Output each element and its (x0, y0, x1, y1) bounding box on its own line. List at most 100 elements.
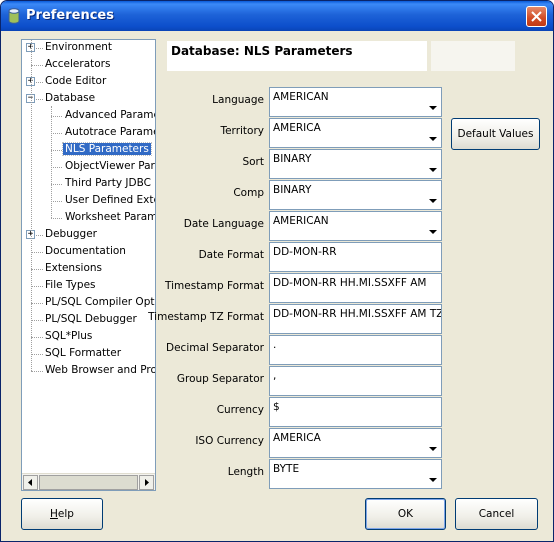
tree-items: Environment + Accelerators Code Editor + Data… (22, 40, 155, 472)
scroll-right-button[interactable] (139, 475, 154, 490)
tree-item-label: Extensions (45, 262, 103, 274)
dropdown-field[interactable]: AMERICA (269, 118, 442, 148)
chevron-down-icon[interactable] (429, 230, 437, 234)
arrow-left-icon (28, 479, 32, 486)
field-value: AMERICAN (273, 91, 329, 103)
field-label: Length (227, 466, 264, 478)
tree-item-label: Debugger (45, 228, 97, 240)
field-label: Decimal Separator (166, 342, 264, 354)
tree-connector (31, 371, 43, 372)
field-value: DD-MON-RR (273, 246, 337, 258)
tree-connector (51, 184, 62, 185)
tree-connector (31, 354, 43, 355)
tree-item[interactable]: ObjectViewer Para (63, 159, 155, 174)
tree-item[interactable]: NLS Parameters (62, 142, 152, 157)
tree-item[interactable]: SQL Formatter (43, 346, 123, 361)
chevron-down-icon[interactable] (429, 478, 437, 482)
field-value: DD-MON-RR HH.MI.SSXFF AM (273, 277, 427, 289)
tree-item-label: Environment (45, 41, 113, 53)
tree-connector (51, 201, 62, 202)
title-bar[interactable]: Preferences (1, 1, 553, 31)
tree-item-label: Worksheet Parame (65, 211, 155, 223)
tree-item-label: PL/SQL Compiler Option (45, 296, 155, 308)
tree-item[interactable]: Advanced Paramet (63, 108, 155, 123)
tree-item-label: File Types (45, 279, 96, 291)
tree-item[interactable]: Debugger (43, 227, 99, 242)
tree-item[interactable]: File Types (43, 278, 98, 293)
text-field[interactable]: . (269, 335, 442, 365)
tree-item[interactable]: PL/SQL Compiler Option (43, 295, 155, 310)
tree-item-label: Code Editor (45, 75, 107, 87)
tree-item[interactable]: User Defined Exter (63, 193, 155, 208)
dropdown-field[interactable]: AMERICAN (269, 211, 442, 241)
chevron-down-icon[interactable] (429, 137, 437, 141)
field-label: Date Format (198, 249, 264, 261)
chevron-down-icon[interactable] (429, 168, 437, 172)
ok-button[interactable]: OK (365, 498, 446, 530)
tree-connector (51, 106, 52, 218)
tree-item[interactable]: Environment (43, 40, 114, 55)
tree-item[interactable]: Documentation (43, 244, 128, 259)
text-field[interactable]: DD-MON-RR (269, 242, 442, 272)
chevron-down-icon[interactable] (429, 199, 437, 203)
tree-connector (31, 252, 43, 253)
dropdown-field[interactable]: BINARY (269, 149, 442, 179)
tree-item[interactable]: Web Browser and Pro (43, 363, 155, 378)
field-label: Sort (242, 156, 264, 168)
tree-connector (51, 150, 62, 151)
tree-item[interactable]: PL/SQL Debugger (43, 312, 139, 327)
tree-horizontal-scrollbar[interactable] (22, 473, 155, 490)
tree-item-label: Documentation (45, 245, 126, 257)
field-value: AMERICA (273, 432, 321, 444)
field-label: Currency (216, 404, 264, 416)
tree-item[interactable]: Database (43, 91, 97, 106)
text-field[interactable]: DD-MON-RR HH.MI.SSXFF AM (269, 273, 442, 303)
tree-item[interactable]: Accelerators (43, 57, 112, 72)
tree-item-label: Database (45, 92, 96, 104)
field-label: ISO Currency (195, 435, 264, 447)
field-label: Timestamp TZ Format (148, 311, 264, 323)
tree-connector (31, 286, 43, 287)
panel-title: Database: NLS Parameters (167, 41, 427, 71)
preferences-tree[interactable]: Environment + Accelerators Code Editor + Data… (21, 39, 156, 491)
field-value: BYTE (273, 463, 300, 475)
tree-item-label: ObjectViewer Para (65, 160, 155, 172)
scroll-thumb[interactable] (39, 475, 138, 490)
preferences-dialog: Preferences Environment + Accelerators Code… (0, 0, 554, 542)
dropdown-field[interactable]: AMERICAN (269, 87, 442, 117)
window-title: Preferences (26, 8, 114, 23)
tree-connector (51, 116, 62, 117)
dropdown-field[interactable]: BYTE (269, 459, 442, 489)
panel-title-fade (431, 41, 515, 71)
tree-item[interactable]: Autotrace Paramet (63, 125, 155, 140)
text-field[interactable]: DD-MON-RR HH.MI.SSXFF AM TZR (269, 304, 442, 334)
field-label: Date Language (183, 218, 264, 230)
tree-connector (51, 218, 62, 219)
text-field[interactable]: , (269, 366, 442, 396)
help-button[interactable]: Help (21, 498, 103, 530)
tree-item[interactable]: SQL*Plus (43, 329, 94, 344)
dropdown-field[interactable]: BINARY (269, 180, 442, 210)
field-value: $ (273, 401, 280, 413)
close-icon (531, 11, 542, 22)
chevron-down-icon[interactable] (429, 447, 437, 451)
help-label: elp (57, 508, 74, 520)
tree-connector (51, 133, 62, 134)
tree-item-label: Autotrace Paramet (65, 126, 155, 138)
cancel-button[interactable]: Cancel (455, 498, 538, 530)
app-cylinder-icon (8, 8, 20, 24)
dropdown-field[interactable]: AMERICA (269, 428, 442, 458)
tree-item[interactable]: Third Party JDBC D (63, 176, 155, 191)
text-field[interactable]: $ (269, 397, 442, 427)
default-values-button[interactable]: Default Values (451, 118, 540, 150)
tree-connector (31, 269, 43, 270)
tree-item[interactable]: Code Editor (43, 74, 108, 89)
tree-item[interactable]: Worksheet Parame (63, 210, 155, 225)
scroll-left-button[interactable] (23, 475, 38, 490)
field-value: BINARY (273, 153, 312, 165)
tree-item-label: SQL Formatter (45, 347, 122, 359)
tree-item-label: Advanced Paramet (65, 109, 155, 121)
chevron-down-icon[interactable] (429, 106, 437, 110)
tree-item[interactable]: Extensions (43, 261, 104, 276)
close-button[interactable] (526, 6, 547, 27)
